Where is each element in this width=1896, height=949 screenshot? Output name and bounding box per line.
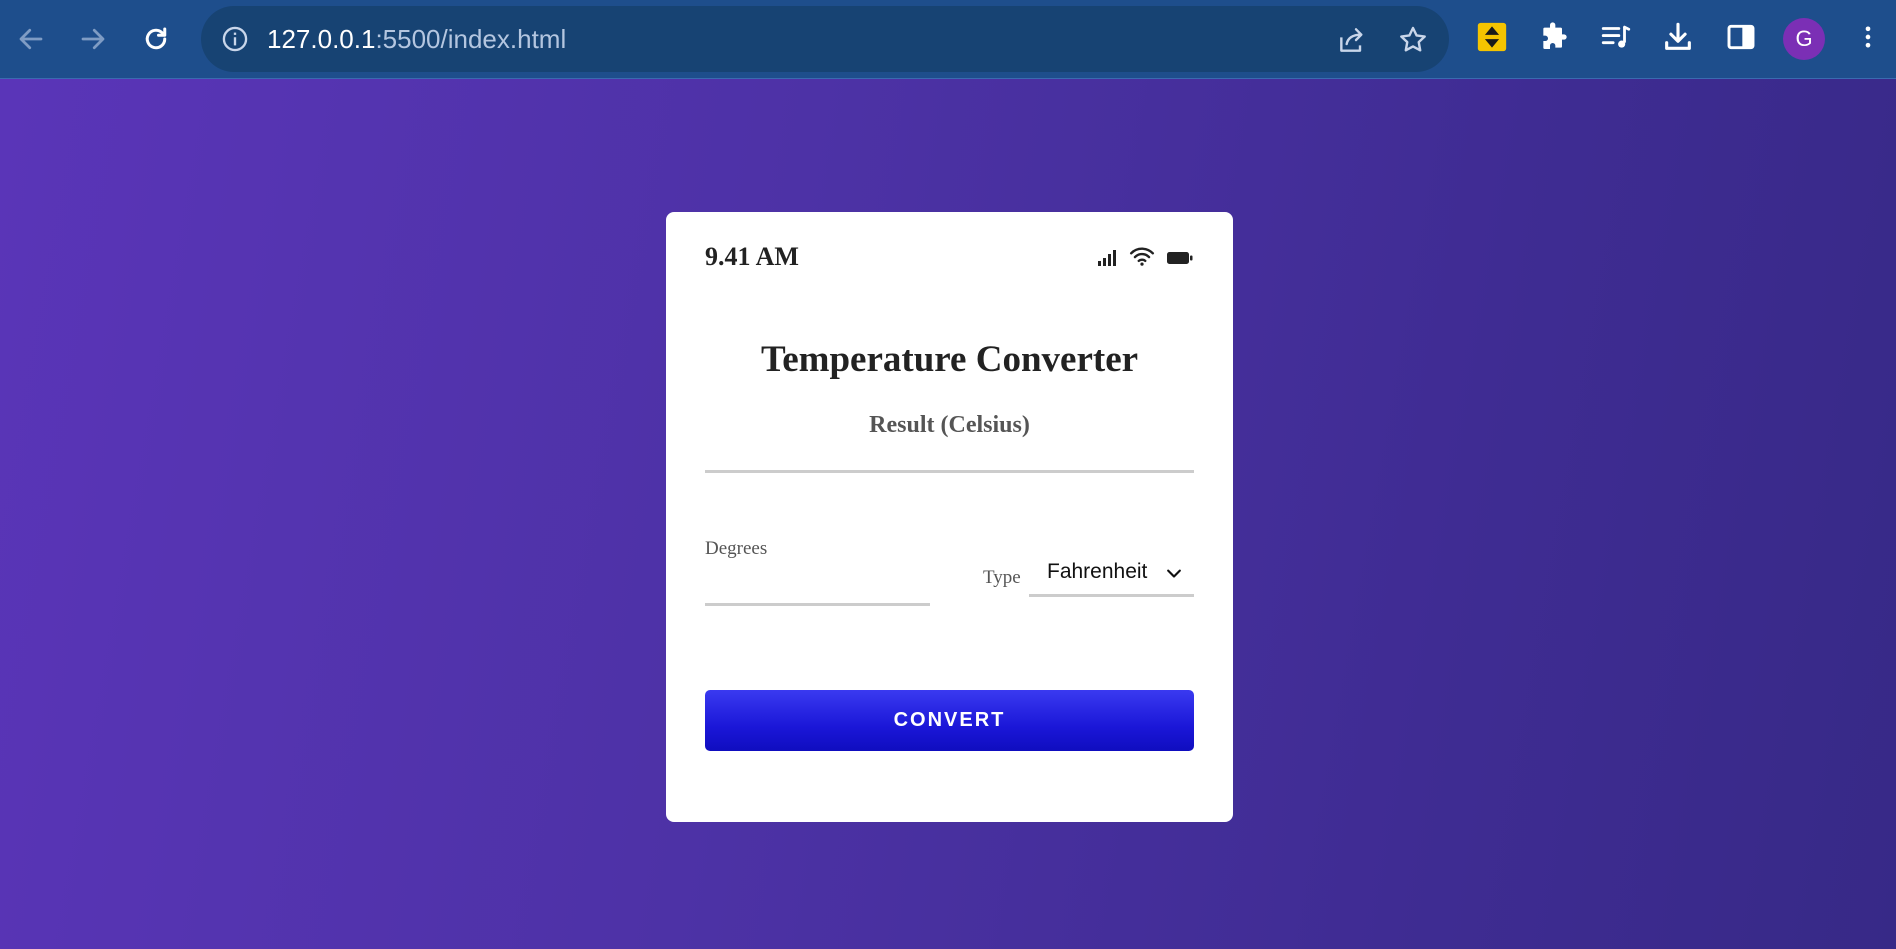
degrees-label: Degrees bbox=[705, 538, 768, 559]
extension-sort-icon[interactable] bbox=[1475, 20, 1509, 54]
status-icons bbox=[1097, 246, 1193, 266]
url-host: 127.0.0.1 bbox=[267, 24, 376, 54]
kebab-menu-icon[interactable] bbox=[1851, 20, 1885, 54]
page-title: Temperature Converter bbox=[760, 339, 1139, 380]
status-time: 9.41 AM bbox=[705, 242, 799, 271]
arrow-left-icon bbox=[19, 28, 43, 50]
degrees-input[interactable] bbox=[705, 564, 930, 606]
page-viewport: 9.41 AM Temperature Converter Result (Ce… bbox=[0, 79, 1896, 949]
url-path: :5500/index.html bbox=[375, 24, 567, 54]
reload-button[interactable] bbox=[135, 18, 177, 60]
type-select[interactable]: Fahrenheit bbox=[1029, 554, 1194, 597]
convert-button[interactable]: CONVERT bbox=[705, 690, 1194, 751]
star-icon[interactable] bbox=[1397, 24, 1429, 56]
type-select-value: Fahrenheit bbox=[1047, 560, 1148, 583]
media-queue-icon[interactable] bbox=[1599, 20, 1633, 54]
arrow-right-icon bbox=[81, 28, 105, 50]
chevron-down-icon bbox=[1167, 569, 1181, 578]
forward-button[interactable] bbox=[72, 18, 114, 60]
converter-card: 9.41 AM Temperature Converter Result (Ce… bbox=[666, 212, 1233, 822]
url-text[interactable]: 127.0.0.1:5500/index.html bbox=[267, 24, 566, 54]
wifi-icon bbox=[1129, 247, 1155, 266]
browser-toolbar: 127.0.0.1:5500/index.html G bbox=[0, 0, 1896, 79]
signal-icon bbox=[1098, 250, 1116, 266]
puzzle-icon[interactable] bbox=[1537, 20, 1571, 54]
back-button[interactable] bbox=[10, 18, 52, 60]
info-icon[interactable] bbox=[221, 25, 249, 53]
reload-icon bbox=[145, 27, 167, 50]
type-label: Type bbox=[983, 567, 1021, 588]
side-panel-icon[interactable] bbox=[1724, 20, 1758, 54]
result-divider bbox=[705, 470, 1194, 473]
share-icon[interactable] bbox=[1336, 24, 1368, 56]
download-icon[interactable] bbox=[1661, 20, 1695, 54]
avatar[interactable]: G bbox=[1783, 18, 1825, 60]
result-label: Result (Celsius) bbox=[869, 412, 1030, 438]
address-bar[interactable]: 127.0.0.1:5500/index.html bbox=[201, 6, 1449, 72]
battery-icon bbox=[1167, 252, 1193, 264]
